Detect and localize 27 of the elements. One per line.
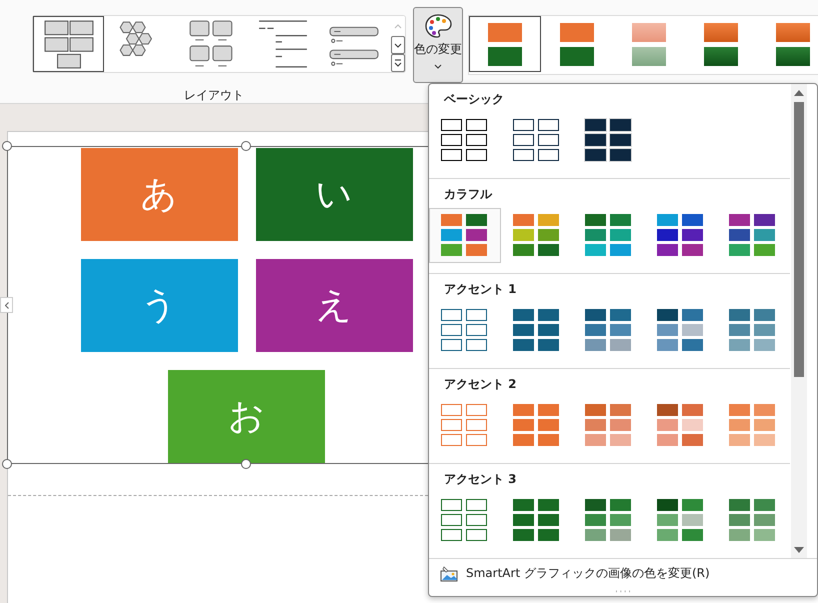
section-heading: ベーシック xyxy=(444,91,505,108)
smartart-shape[interactable]: え xyxy=(256,259,412,352)
resize-handle[interactable] xyxy=(2,459,12,469)
color-option[interactable] xyxy=(429,208,501,263)
resize-handle[interactable] xyxy=(241,459,251,469)
chevron-down-icon xyxy=(394,42,402,48)
more-button[interactable] xyxy=(391,54,406,72)
scrollbar[interactable] xyxy=(791,84,807,558)
picture-recolor-icon xyxy=(440,566,458,582)
resize-handle[interactable] xyxy=(2,141,12,151)
box-grid-icon xyxy=(42,19,95,69)
chevron-up-icon xyxy=(394,24,402,28)
scroll-thumb[interactable] xyxy=(794,102,804,377)
section-heading: アクセント 3 xyxy=(444,471,518,488)
chevron-left-icon xyxy=(4,302,8,308)
style-option[interactable] xyxy=(469,16,541,72)
change-colors-button[interactable]: 色の変更 xyxy=(413,7,463,83)
resize-handle[interactable] xyxy=(241,141,251,151)
list-lines-icon xyxy=(256,19,309,69)
smartart-shape[interactable]: い xyxy=(256,148,412,241)
expand-icon xyxy=(394,59,402,67)
collapse-tab[interactable] xyxy=(0,297,13,313)
layout-option[interactable] xyxy=(33,16,104,72)
group-label: レイアウト xyxy=(184,87,244,104)
scroll-down-button[interactable] xyxy=(391,36,406,54)
palette-icon xyxy=(424,13,452,39)
caret-icon xyxy=(434,64,442,69)
